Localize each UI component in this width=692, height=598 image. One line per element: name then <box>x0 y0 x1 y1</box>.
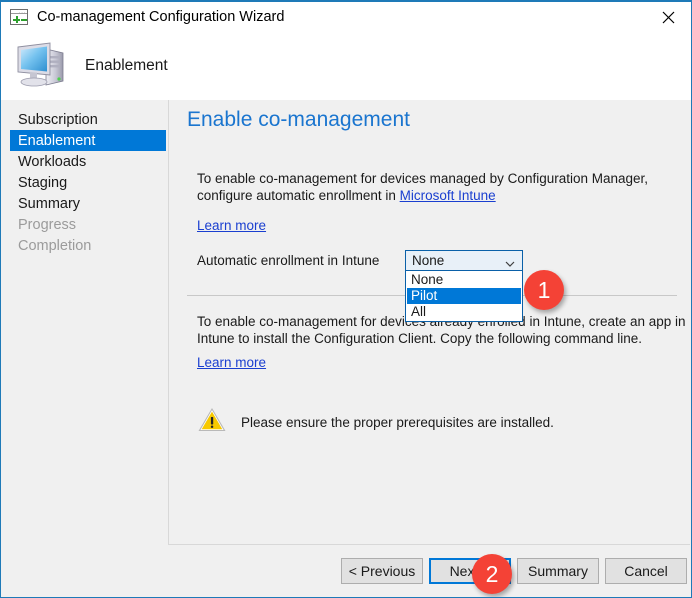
sidebar-item-subscription[interactable]: Subscription <box>10 109 166 130</box>
combobox-selected-value: None <box>412 253 444 268</box>
combobox-dropdown-list[interactable]: None Pilot All <box>405 271 523 322</box>
automatic-enrollment-label: Automatic enrollment in Intune <box>197 253 379 268</box>
content-panel: Enable co-management To enable co-manage… <box>168 100 690 545</box>
wizard-window-icon: ··· <box>10 9 28 25</box>
chevron-down-icon[interactable] <box>505 256 515 266</box>
combobox-option-none[interactable]: None <box>407 272 521 288</box>
computer-monitor-icon <box>13 41 69 91</box>
previous-button[interactable]: < Previous <box>341 558 423 584</box>
sidebar-item-completion: Completion <box>10 235 166 256</box>
wizard-header: Enablement <box>1 32 691 100</box>
header-title: Enablement <box>85 57 168 75</box>
automatic-enrollment-combobox[interactable]: None None Pilot All <box>405 250 523 322</box>
wizard-window: ··· Co-management Configuration Wizard <box>0 0 692 598</box>
step-badge-2: 2 <box>472 554 512 594</box>
combobox-option-pilot[interactable]: Pilot <box>407 288 521 304</box>
warning-text: Please ensure the proper prerequisites a… <box>241 415 554 430</box>
sidebar-item-workloads[interactable]: Workloads <box>10 151 166 172</box>
cancel-button[interactable]: Cancel <box>605 558 687 584</box>
sidebar-item-staging[interactable]: Staging <box>10 172 166 193</box>
learn-more-link-1[interactable]: Learn more <box>197 218 266 233</box>
step-badge-1: 1 <box>524 270 564 310</box>
page-title: Enable co-management <box>187 108 410 132</box>
prerequisites-warning: Please ensure the proper prerequisites a… <box>197 406 554 438</box>
wizard-sidebar: Subscription Enablement Workloads Stagin… <box>2 100 166 578</box>
wizard-button-bar: < Previous Next > Summary Cancel <box>168 546 690 598</box>
sidebar-item-enablement[interactable]: Enablement <box>10 130 166 151</box>
intro-paragraph: To enable co-management for devices mana… <box>197 170 692 204</box>
sidebar-item-progress: Progress <box>10 214 166 235</box>
close-icon[interactable] <box>645 2 691 32</box>
title-bar: ··· Co-management Configuration Wizard <box>1 2 691 32</box>
summary-button[interactable]: Summary <box>517 558 599 584</box>
combobox-field[interactable]: None <box>405 250 523 271</box>
sidebar-item-summary[interactable]: Summary <box>10 193 166 214</box>
microsoft-intune-link[interactable]: Microsoft Intune <box>400 188 496 203</box>
warning-triangle-icon <box>197 406 227 438</box>
learn-more-link-2[interactable]: Learn more <box>197 355 266 370</box>
window-title: Co-management Configuration Wizard <box>37 9 284 25</box>
combobox-option-all[interactable]: All <box>407 304 521 320</box>
